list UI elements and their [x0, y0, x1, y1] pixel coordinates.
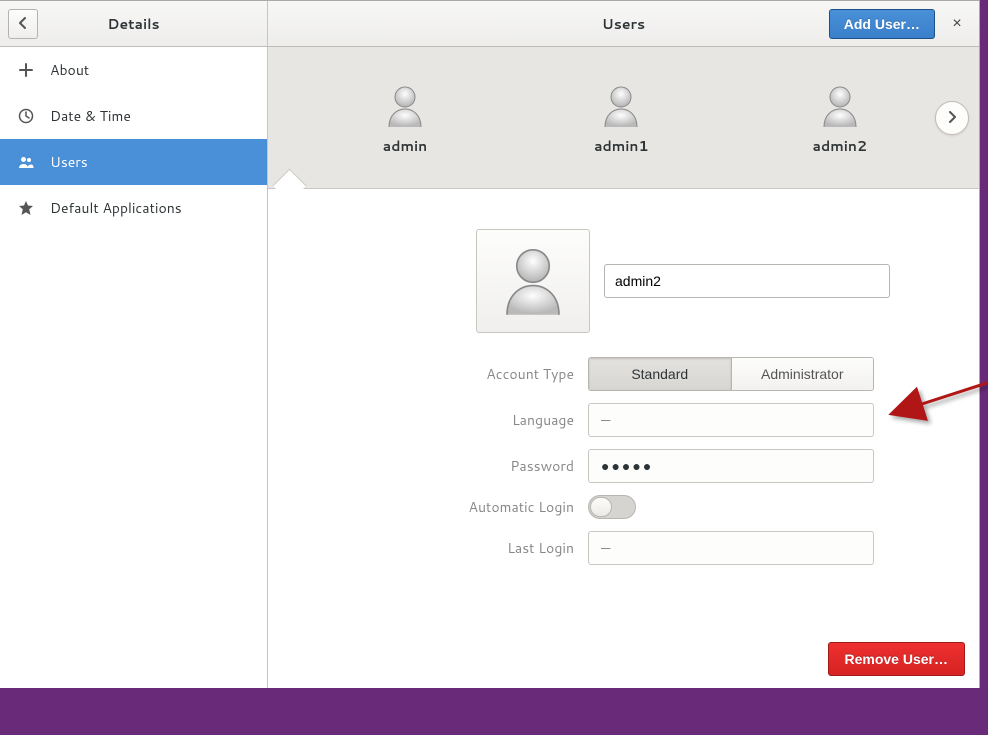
avatar-icon — [596, 80, 646, 130]
sidebar-item-about[interactable]: About — [0, 47, 267, 93]
last-login-label: Last Login — [328, 538, 588, 558]
headerbar-actions: Add User… × — [829, 9, 979, 39]
chevron-left-icon — [17, 14, 29, 34]
full-name-input[interactable] — [604, 264, 890, 298]
account-type-standard[interactable]: Standard — [589, 358, 732, 390]
user-chip-admin2[interactable]: admin2 — [793, 74, 887, 162]
language-label: Language — [328, 410, 588, 430]
users-icon — [18, 154, 36, 170]
user-carousel: admin admin1 — [268, 47, 979, 189]
close-button[interactable]: × — [943, 10, 971, 38]
settings-window: Details Users Add User… × About Date & T… — [0, 0, 980, 688]
account-type-segmented: Standard Administrator — [588, 357, 874, 391]
sidebar-item-label: About — [50, 60, 89, 80]
sidebar: About Date & Time Users Default Applicat… — [0, 47, 268, 688]
user-chip-label: admin2 — [813, 136, 867, 156]
sidebar-item-label: Date & Time — [50, 106, 131, 126]
profile-row — [476, 229, 919, 333]
avatar-button[interactable] — [476, 229, 590, 333]
avatar-icon — [380, 80, 430, 130]
chevron-right-icon — [946, 108, 958, 128]
last-login-button[interactable]: — — [588, 531, 874, 565]
headerbar-right: Users Add User… × — [268, 1, 979, 46]
automatic-login-label: Automatic Login — [328, 497, 588, 517]
language-button[interactable]: — — [588, 403, 874, 437]
language-value: — — [601, 410, 610, 430]
clock-icon — [18, 108, 36, 124]
user-chip-label: admin — [383, 136, 427, 156]
sidebar-title: Details — [38, 14, 259, 34]
avatar-icon — [494, 240, 572, 323]
automatic-login-cell — [588, 495, 888, 519]
password-button[interactable]: ●●●●● — [588, 449, 874, 483]
account-type-administrator[interactable]: Administrator — [732, 358, 874, 390]
sidebar-item-label: Default Applications — [50, 198, 182, 218]
remove-user-button[interactable]: Remove User… — [828, 642, 966, 676]
footer: Remove User… — [828, 642, 966, 676]
headerbar-left: Details — [0, 1, 268, 46]
star-icon — [18, 200, 36, 216]
sidebar-item-datetime[interactable]: Date & Time — [0, 93, 267, 139]
sidebar-item-users[interactable]: Users — [0, 139, 267, 185]
user-chip-admin[interactable]: admin — [360, 74, 450, 162]
headerbar: Details Users Add User… × — [0, 1, 979, 47]
last-login-value: — — [601, 538, 610, 558]
switch-knob — [590, 497, 612, 517]
sidebar-item-label: Users — [50, 152, 88, 172]
password-value: ●●●●● — [601, 456, 653, 476]
back-button[interactable] — [8, 9, 38, 39]
user-details: Account Type Standard Administrator Lang… — [268, 189, 979, 688]
account-type-label: Account Type — [328, 364, 588, 384]
content: admin admin1 — [268, 47, 979, 688]
sidebar-item-default-apps[interactable]: Default Applications — [0, 185, 267, 231]
add-user-button[interactable]: Add User… — [829, 9, 935, 39]
plus-icon — [18, 62, 36, 78]
form-grid: Account Type Standard Administrator Lang… — [328, 357, 919, 565]
user-chip-admin1[interactable]: admin1 — [574, 74, 668, 162]
user-chip-label: admin1 — [594, 136, 648, 156]
automatic-login-switch[interactable] — [588, 495, 636, 519]
avatar-icon — [815, 80, 865, 130]
password-label: Password — [328, 456, 588, 476]
carousel-next-button[interactable] — [935, 101, 969, 135]
body: About Date & Time Users Default Applicat… — [0, 47, 979, 688]
